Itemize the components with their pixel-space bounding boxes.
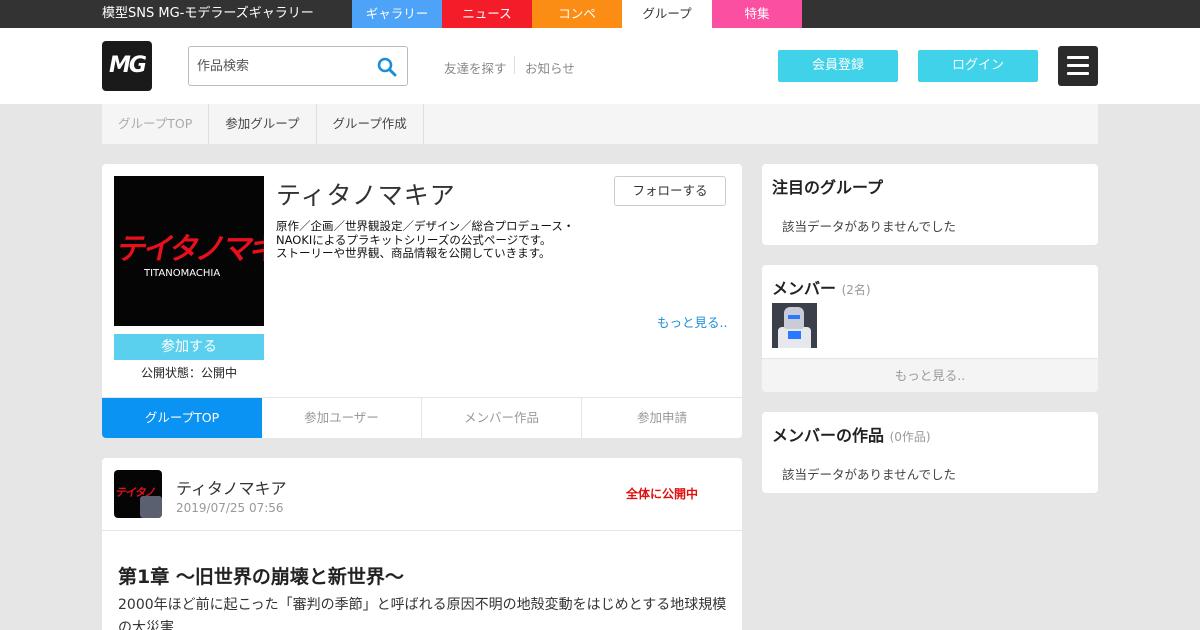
group-post-card: テイタノ ティタノマキア 2019/07/25 07:56 全体に公開中 第1章… xyxy=(102,458,742,630)
subnav-create-group[interactable]: グループ作成 xyxy=(317,104,424,144)
post-body: 2000年ほど前に起こった「審判の季節」と呼ばれる原因不明の地殻変動をはじめとす… xyxy=(118,597,727,630)
group-image-subtitle: TITANOMACHIA xyxy=(144,268,221,279)
description-line: NAOKIによるプラキットシリーズの公式ページです。 xyxy=(276,232,552,247)
header-divider xyxy=(514,56,515,74)
top-bar: 模型SNS MG-モデラーズギャラリー ギャラリー ニュース コンペ グループ … xyxy=(0,0,1200,28)
top-nav-news[interactable]: ニュース xyxy=(442,0,532,28)
post-author-name[interactable]: ティタノマキア xyxy=(176,475,287,499)
post-heading: 第1章 〜旧世界の崩壊と新世界〜 xyxy=(118,566,404,588)
members-title: メンバー (2名) xyxy=(772,275,871,299)
members-more-link[interactable]: もっと見る.. xyxy=(762,358,1098,392)
post-visibility-badge: 全体に公開中 xyxy=(626,487,699,501)
member-works-card: メンバーの作品 (0作品) 該当データがありませんでした xyxy=(762,412,1098,493)
login-button[interactable]: ログイン xyxy=(918,50,1038,82)
member-works-empty: 該当データがありませんでした xyxy=(782,467,957,482)
members-title-text: メンバー xyxy=(772,279,837,298)
header: MG 友達を探す お知らせ 会員登録 ログイン xyxy=(0,28,1200,104)
member-avatar[interactable] xyxy=(772,303,817,348)
search-icon[interactable] xyxy=(377,57,397,77)
join-button[interactable]: 参加する xyxy=(114,334,264,360)
top-nav-group[interactable]: グループ xyxy=(622,0,712,28)
publish-status: 公開状態：公開中 xyxy=(140,366,237,380)
post-avatar-badge xyxy=(140,496,162,518)
members-card: メンバー (2名) もっと見る.. xyxy=(762,265,1098,392)
search-box xyxy=(188,46,408,86)
follow-button[interactable]: フォローする xyxy=(614,176,726,206)
member-works-title: メンバーの作品 (0作品) xyxy=(772,422,931,446)
post-divider xyxy=(102,530,742,531)
tab-group-top[interactable]: グループTOP xyxy=(102,398,262,438)
member-works-count: (0作品) xyxy=(889,430,931,444)
description-more-link[interactable]: もっと見る.. xyxy=(657,312,727,331)
group-profile-card: テイタノマキア TITANOMACHIA 参加する 公開状態：公開中 ティタノマ… xyxy=(102,164,742,438)
post-date: 2019/07/25 07:56 xyxy=(176,501,284,515)
description-line: 原作／企画／世界観設定／デザイン／総合プロデュース・ xyxy=(276,219,575,233)
group-description: 原作／企画／世界観設定／デザイン／総合プロデュース・ NAOKIによるプラキット… xyxy=(276,219,606,261)
find-friends-link[interactable]: 友達を探す xyxy=(444,58,507,77)
group-image-logo: テイタノマキア xyxy=(114,232,264,267)
group-image: テイタノマキア TITANOMACHIA xyxy=(114,176,264,326)
notifications-link[interactable]: お知らせ xyxy=(525,58,575,77)
site-logo[interactable]: MG xyxy=(102,41,152,91)
hamburger-menu-icon[interactable] xyxy=(1058,46,1098,86)
group-title: ティタノマキア xyxy=(276,181,456,210)
featured-groups-card: 注目のグループ 該当データがありませんでした xyxy=(762,164,1098,245)
top-nav-compe[interactable]: コンペ xyxy=(532,0,622,28)
register-button[interactable]: 会員登録 xyxy=(778,50,898,82)
top-nav-feature[interactable]: 特集 xyxy=(712,0,802,28)
post-avatar[interactable]: テイタノ xyxy=(114,470,162,518)
group-subnav: グループTOP 参加グループ グループ作成 xyxy=(102,104,1098,144)
tab-join-requests[interactable]: 参加申請 xyxy=(582,398,742,438)
subnav-group-top[interactable]: グループTOP xyxy=(102,104,210,144)
subnav-joined-groups[interactable]: 参加グループ xyxy=(209,104,317,144)
featured-groups-empty: 該当データがありませんでした xyxy=(782,219,957,234)
site-name[interactable]: 模型SNS MG-モデラーズギャラリー xyxy=(102,0,314,28)
member-works-title-text: メンバーの作品 xyxy=(772,426,885,445)
featured-groups-title: 注目のグループ xyxy=(772,178,884,197)
tab-participating-users[interactable]: 参加ユーザー xyxy=(262,398,422,438)
tab-member-works[interactable]: メンバー作品 xyxy=(422,398,582,438)
top-nav: ギャラリー ニュース コンペ グループ 特集 xyxy=(352,0,802,28)
members-count: (2名) xyxy=(841,283,871,297)
search-input[interactable] xyxy=(189,47,369,85)
top-nav-gallery[interactable]: ギャラリー xyxy=(352,0,442,28)
group-tabs: グループTOP 参加ユーザー メンバー作品 参加申請 xyxy=(102,397,742,438)
description-line: ストーリーや世界観、商品情報を公開していきます。 xyxy=(276,246,551,260)
